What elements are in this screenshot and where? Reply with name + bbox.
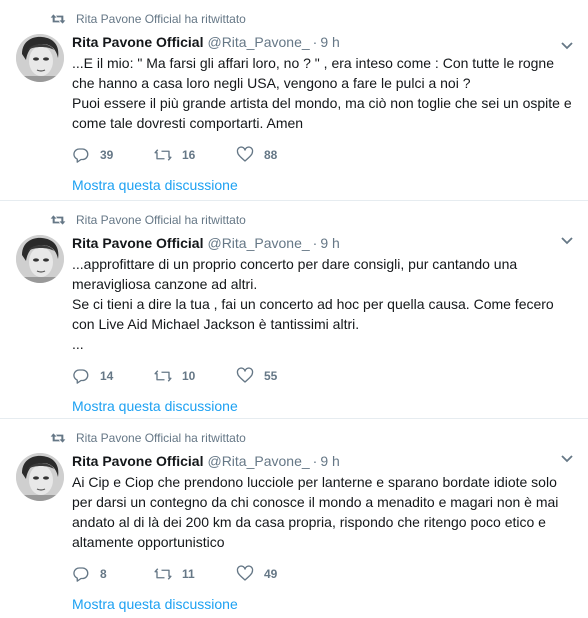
chevron-down-icon[interactable] <box>560 451 574 465</box>
timestamp[interactable]: 9 h <box>320 235 339 251</box>
show-thread-link[interactable]: Mostra questa discussione <box>72 596 572 612</box>
reply-icon <box>73 369 89 384</box>
avatar[interactable] <box>16 34 64 82</box>
reply-icon <box>73 148 89 163</box>
retweet-icon <box>50 431 66 445</box>
author-name[interactable]: Rita Pavone Official <box>72 453 203 469</box>
heart-icon <box>236 146 254 162</box>
avatar[interactable] <box>16 235 64 283</box>
heart-icon <box>236 367 254 383</box>
tweet-text-line: Se ci tieni a dire la tua , fai un conce… <box>72 296 554 332</box>
heart-icon <box>236 565 254 581</box>
like-count: 88 <box>264 148 278 162</box>
tweet-actions: 39 16 88 <box>72 145 572 165</box>
tweet[interactable]: Rita Pavone Official ha ritwittato Rita … <box>0 0 588 201</box>
retweet-icon <box>50 12 66 26</box>
retweet-context-label: Rita Pavone Official ha ritwittato <box>76 431 246 445</box>
like-button[interactable]: 88 <box>236 146 318 164</box>
tweet-text: ...approfittare di un proprio concerto p… <box>72 254 572 354</box>
retweet-context: Rita Pavone Official ha ritwittato <box>50 10 572 28</box>
like-count: 55 <box>264 369 278 383</box>
tweet-text: ...E il mio: " Ma farsi gli affari loro,… <box>72 53 572 133</box>
retweet-icon <box>50 213 66 227</box>
tweet[interactable]: Rita Pavone Official ha ritwittato Rita … <box>0 201 588 419</box>
retweet-icon <box>154 568 172 580</box>
like-button[interactable]: 55 <box>236 367 318 385</box>
reply-button[interactable]: 14 <box>72 367 154 385</box>
tweet-text: Ai Cip e Ciop che prendono lucciole per … <box>72 472 572 552</box>
timestamp[interactable]: 9 h <box>320 34 339 50</box>
reply-button[interactable]: 39 <box>72 146 154 164</box>
retweet-context-label: Rita Pavone Official ha ritwittato <box>76 12 246 26</box>
avatar[interactable] <box>16 453 64 501</box>
retweet-button[interactable]: 16 <box>154 146 236 164</box>
reply-count: 39 <box>100 148 114 162</box>
reply-count: 8 <box>100 567 107 581</box>
tweet-text-line: ...approfittare di un proprio concerto p… <box>72 256 518 292</box>
timeline: Rita Pavone Official ha ritwittato Rita … <box>0 0 588 618</box>
tweet-actions: 8 11 49 <box>72 564 572 584</box>
like-count: 49 <box>264 567 278 581</box>
reply-count: 14 <box>100 369 114 383</box>
retweet-button[interactable]: 10 <box>154 367 236 385</box>
retweet-icon <box>154 370 172 382</box>
tweet[interactable]: Rita Pavone Official ha ritwittato Rita … <box>0 419 588 618</box>
tweet-text-line: Ai Cip e Ciop che prendono lucciole per … <box>72 474 559 550</box>
tweet-text-line: ...E il mio: " Ma farsi gli affari loro,… <box>72 55 555 91</box>
retweet-count: 16 <box>182 148 196 162</box>
tweet-actions: 14 10 55 <box>72 366 572 386</box>
separator-dot: · <box>312 34 318 50</box>
author-handle[interactable]: @Rita_Pavone_ <box>207 235 309 251</box>
author-name[interactable]: Rita Pavone Official <box>72 34 203 50</box>
timestamp[interactable]: 9 h <box>320 453 339 469</box>
show-thread-link[interactable]: Mostra questa discussione <box>72 398 572 414</box>
retweet-count: 10 <box>182 369 196 383</box>
tweet-text-line: ... <box>72 336 84 352</box>
retweet-context-label: Rita Pavone Official ha ritwittato <box>76 213 246 227</box>
retweet-button[interactable]: 11 <box>154 565 236 583</box>
show-thread-link[interactable]: Mostra questa discussione <box>72 177 572 193</box>
tweet-text-line: Puoi essere il più grande artista del mo… <box>72 95 572 131</box>
like-button[interactable]: 49 <box>236 565 318 583</box>
separator-dot: · <box>312 235 318 251</box>
retweet-context: Rita Pavone Official ha ritwittato <box>50 429 572 447</box>
author-handle[interactable]: @Rita_Pavone_ <box>207 34 309 50</box>
retweet-context: Rita Pavone Official ha ritwittato <box>50 211 572 229</box>
reply-icon <box>73 567 89 582</box>
retweet-count: 11 <box>182 567 195 581</box>
author-handle[interactable]: @Rita_Pavone_ <box>207 453 309 469</box>
retweet-icon <box>154 149 172 161</box>
chevron-down-icon[interactable] <box>560 233 574 247</box>
chevron-down-icon[interactable] <box>560 38 574 52</box>
separator-dot: · <box>312 453 318 469</box>
author-name[interactable]: Rita Pavone Official <box>72 235 203 251</box>
reply-button[interactable]: 8 <box>72 565 154 583</box>
